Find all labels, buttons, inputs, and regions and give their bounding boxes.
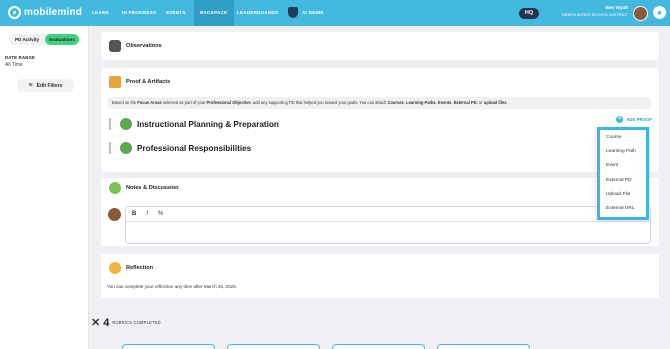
- date-range-title: DATE RANGE: [5, 55, 36, 60]
- filter-icon: ≡: [28, 82, 33, 89]
- add-proof-button[interactable]: + ADD PROOF: [616, 116, 652, 123]
- menu-item-upload-file[interactable]: Upload File: [606, 192, 630, 197]
- notes-editor[interactable]: B I %: [125, 206, 651, 244]
- top-nav: mobilemind LEARN IN PROGRESS EVENTS BACK…: [0, 0, 670, 26]
- rubric-icon: ✕: [91, 317, 101, 329]
- rubrics-label: RUBRICS COMPLETED: [112, 320, 161, 325]
- logo-icon: [8, 6, 21, 19]
- reflection-icon: [109, 262, 121, 274]
- nav-in-progress[interactable]: IN PROGRESS: [122, 0, 156, 26]
- proof-title: Proof & Artifacts: [126, 79, 171, 85]
- observations-icon: [109, 40, 121, 52]
- date-range-value: All Time: [5, 62, 23, 68]
- bold-button[interactable]: B: [132, 211, 136, 217]
- rubric-tab[interactable]: [332, 344, 425, 349]
- chat-icon: [109, 182, 121, 194]
- observations-header: Observations: [109, 40, 162, 52]
- nav-ai-genie[interactable]: AI GENIE: [302, 0, 324, 26]
- section-professional-responsibilities: Professional Responsibilities: [109, 142, 251, 154]
- rubric-tab[interactable]: [437, 344, 530, 349]
- focus-area-icon: [120, 118, 132, 130]
- tab-evaluations[interactable]: Evaluations: [45, 34, 79, 45]
- avatar[interactable]: [633, 6, 648, 21]
- sidebar: PD Activity Evaluations DATE RANGE All T…: [0, 26, 89, 349]
- notes-header: Notes & Discussion: [109, 182, 179, 194]
- reflection-header: Reflection: [109, 262, 153, 274]
- italic-button[interactable]: I: [146, 211, 148, 217]
- section-title: Professional Responsibilities: [137, 143, 252, 153]
- nav-leaderboards[interactable]: LEADERBOARDS: [237, 0, 278, 26]
- notes-title: Notes & Discussion: [126, 185, 179, 191]
- menu-item-course[interactable]: Course: [606, 135, 621, 140]
- commenter-avatar: [108, 208, 121, 221]
- proof-info: Based on the Focus Areas selected as par…: [108, 97, 651, 109]
- edit-filters-button[interactable]: ≡ Edit Filters: [17, 79, 74, 92]
- rubrics-count: 4: [103, 316, 110, 329]
- reflection-text: You can complete your reflection any tim…: [107, 284, 238, 289]
- tab-pd-activity[interactable]: PD Activity: [9, 34, 45, 45]
- section-title: Instructional Planning & Preparation: [137, 119, 279, 129]
- reflection-title: Reflection: [126, 265, 154, 271]
- hq-button[interactable]: HQ: [519, 8, 539, 19]
- menu-item-learning-path[interactable]: Learning Path: [606, 149, 636, 154]
- logo[interactable]: mobilemind: [8, 6, 82, 19]
- user-name[interactable]: Ben Wyatt: [606, 5, 628, 10]
- edit-filters-label: Edit Filters: [36, 82, 63, 89]
- notes-card: Notes & Discussion B I %: [101, 178, 659, 246]
- rubric-tab[interactable]: [227, 344, 320, 349]
- box-icon: [109, 76, 121, 88]
- add-proof-label: ADD PROOF: [626, 117, 652, 122]
- link-button[interactable]: %: [158, 211, 163, 217]
- rubric-tab[interactable]: [122, 344, 215, 349]
- menu-item-external-url[interactable]: External URL: [606, 206, 635, 211]
- logo-text: mobilemind: [24, 7, 83, 18]
- add-proof-menu: Course Learning Path Event External PD U…: [597, 127, 649, 220]
- activity-toggle: PD Activity Evaluations: [9, 34, 79, 45]
- observations-card: Observations: [101, 32, 659, 60]
- rubrics-completed: ✕ 4 RUBRICS COMPLETED: [91, 316, 161, 330]
- observations-title: Observations: [126, 43, 162, 49]
- nav-backpack[interactable]: BACKPACK: [194, 0, 234, 26]
- reflection-card: Reflection You can complete your reflect…: [101, 254, 659, 298]
- menu-item-external-pd[interactable]: External PD: [606, 178, 632, 183]
- section-instructional-planning: Instructional Planning & Preparation: [109, 118, 279, 130]
- menu-item-event[interactable]: Event: [606, 163, 618, 168]
- editor-toolbar: B I %: [132, 211, 163, 217]
- focus-area-icon: [120, 142, 132, 154]
- nav-events[interactable]: EVENTS: [166, 0, 186, 26]
- notification-icon[interactable]: ●: [653, 6, 666, 19]
- plus-icon: +: [616, 116, 624, 123]
- editor-divider: [126, 221, 650, 222]
- proof-header: Proof & Artifacts: [109, 76, 170, 88]
- section-divider: [109, 118, 111, 130]
- section-divider: [109, 142, 111, 154]
- proof-card: Proof & Artifacts Based on the Focus Are…: [101, 68, 659, 172]
- nav-learn[interactable]: LEARN: [92, 0, 109, 26]
- ai-genie-icon[interactable]: [288, 7, 298, 18]
- user-org[interactable]: GREEN ACRES SCHOOL DISTRICT: [562, 12, 628, 17]
